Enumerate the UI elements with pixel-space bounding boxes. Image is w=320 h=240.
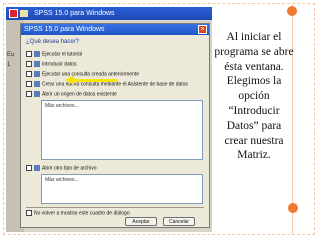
- dont-show-again-option[interactable]: No volver a mostrar este cuadro de diálo…: [26, 210, 130, 216]
- tutorial-icon: [34, 51, 40, 57]
- close-icon[interactable]: ×: [198, 25, 207, 34]
- database-wizard-icon: [34, 81, 40, 87]
- dialog-titlebar: SPSS 15.0 para Windows ×: [21, 24, 209, 35]
- annotation-arrow-shaft: [72, 79, 118, 82]
- option-label: Ejecutar una consulta creada anteriormen…: [42, 71, 140, 78]
- option-label: Abrir otro tipo de archivo: [42, 165, 97, 172]
- option-tutorial[interactable]: Ejecutar el tutorial: [26, 51, 82, 57]
- option-label: Ejecutar el tutorial: [42, 51, 83, 58]
- radio-button[interactable]: [26, 81, 32, 87]
- option-label: Introducir datos: [42, 61, 77, 68]
- checkbox[interactable]: [26, 210, 32, 216]
- window-titlebar: SPSS 15.0 para Windows: [6, 7, 212, 20]
- query-icon: [34, 71, 40, 77]
- list-item[interactable]: Más archivos...: [42, 175, 202, 185]
- spss-app-icon: [9, 9, 18, 18]
- option-label: Crear una nueva consulta mediante el Asi…: [42, 81, 188, 88]
- dialog-title: SPSS 15.0 para Windows: [24, 26, 105, 33]
- option-label: Abrir un origen de datos existente: [42, 91, 117, 98]
- bullet-dot-icon: [287, 6, 297, 16]
- other-files-list[interactable]: Más archivos...: [41, 174, 203, 204]
- left-fragment-label: 1: [7, 62, 11, 68]
- window-title: SPSS 15.0 para Windows: [34, 10, 115, 17]
- dialog-question: ¿Qué desea hacer?: [26, 39, 80, 45]
- radio-button[interactable]: [26, 165, 32, 171]
- accept-button[interactable]: Aceptar: [125, 217, 157, 226]
- open-folder-icon: [34, 91, 40, 97]
- radio-button[interactable]: [26, 61, 32, 67]
- slide-narrative-text: Al iniciar el programa se abre ésta vent…: [214, 31, 294, 162]
- checkbox-label: No volver a mostrar este cuadro de diálo…: [34, 210, 130, 217]
- divider: [26, 207, 204, 208]
- option-open-data-source[interactable]: Abrir un origen de datos existente: [26, 91, 117, 97]
- option-enter-data[interactable]: Introducir datos: [26, 61, 76, 67]
- left-fragment-label: Eu: [7, 52, 15, 58]
- option-open-other-file[interactable]: Abrir otro tipo de archivo: [26, 165, 96, 171]
- folder-icon: [20, 10, 28, 17]
- radio-button[interactable]: [26, 91, 32, 97]
- option-run-query[interactable]: Ejecutar una consulta creada anteriormen…: [26, 71, 139, 77]
- recent-data-list[interactable]: Más archivos...: [41, 100, 203, 160]
- spss-screenshot: SPSS 15.0 para Windows Eu 1 SPSS 15.0 pa…: [6, 7, 212, 232]
- list-item[interactable]: Más archivos...: [42, 101, 202, 111]
- startup-dialog: SPSS 15.0 para Windows × ¿Qué desea hace…: [20, 23, 210, 228]
- radio-button[interactable]: [26, 71, 32, 77]
- bullet-dot-icon: [288, 203, 298, 213]
- data-grid-icon: [34, 61, 40, 67]
- radio-button[interactable]: [26, 51, 32, 57]
- file-icon: [34, 165, 40, 171]
- cancel-button[interactable]: Cancelar: [163, 217, 195, 226]
